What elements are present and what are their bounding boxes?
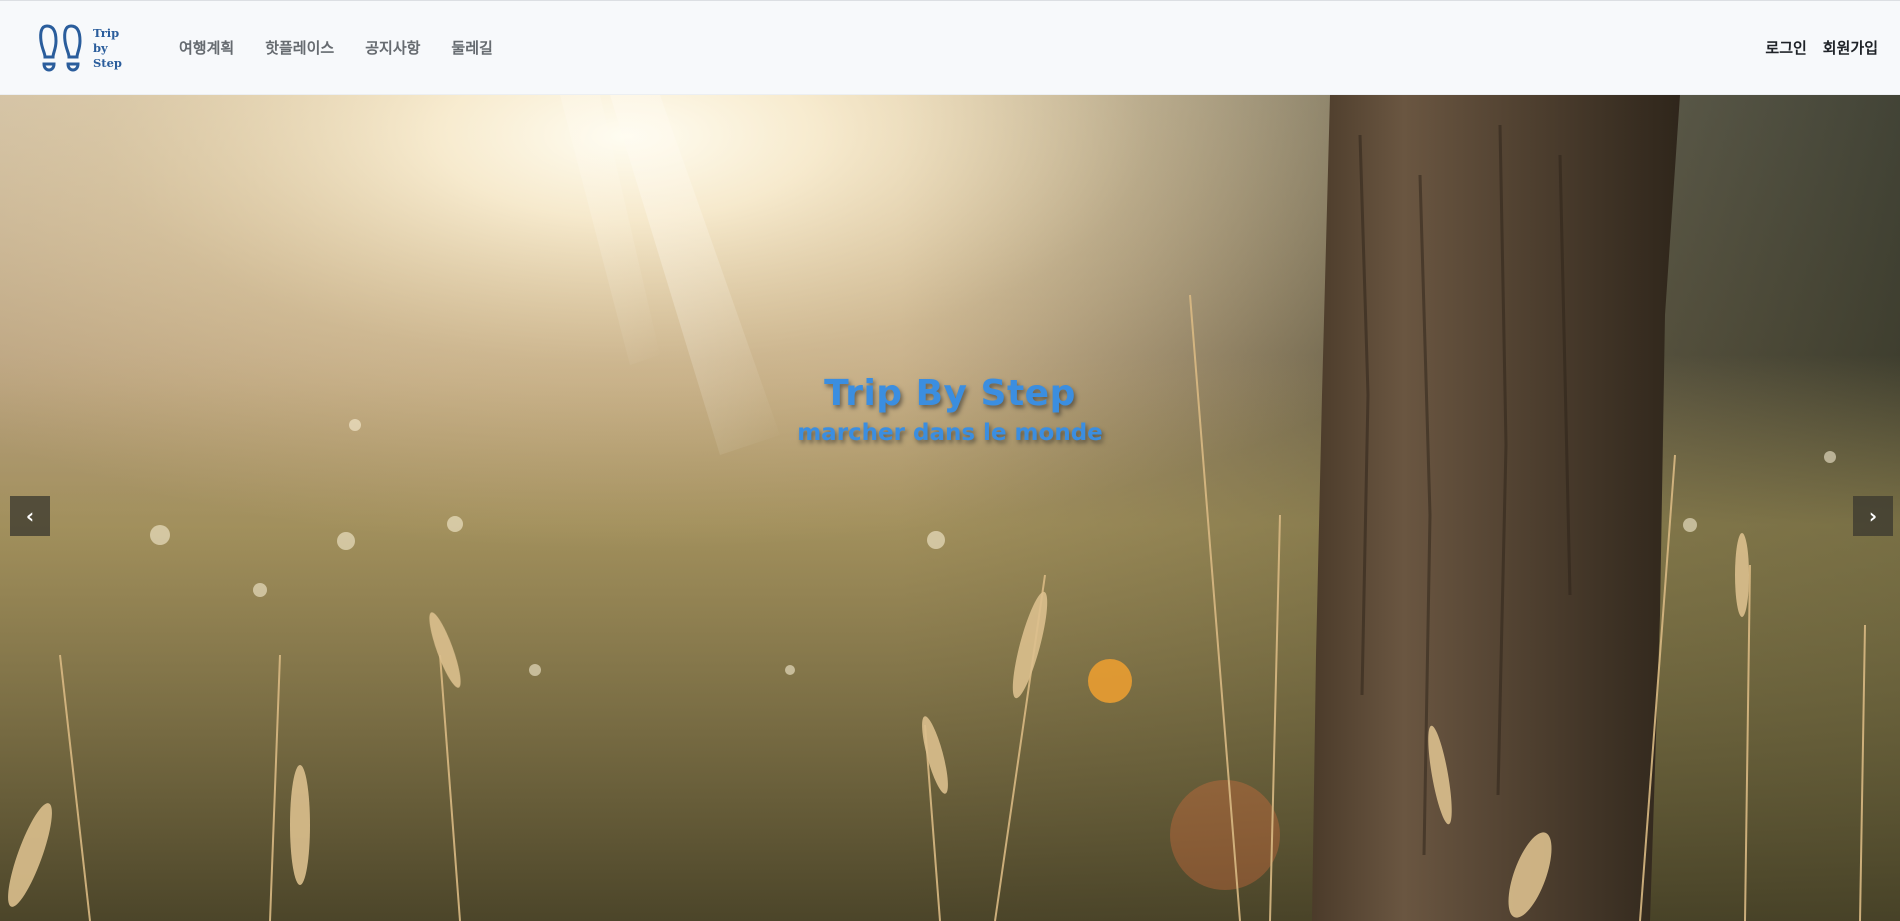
signup-link[interactable]: 회원가입 (1823, 37, 1878, 58)
auth-links: 로그인 회원가입 (1749, 37, 1878, 58)
logo-line-trip: Trip (93, 26, 120, 40)
logo-line-by: by (93, 41, 108, 55)
logo-line-step: Step (93, 56, 122, 70)
footprints-icon (39, 24, 82, 72)
hero-subtitle: marcher dans le monde (797, 420, 1103, 446)
carousel-prev-button[interactable]: ‹ (10, 496, 50, 536)
nav-item-notices[interactable]: 공지사항 (365, 37, 420, 58)
chevron-right-icon: › (1868, 504, 1878, 528)
login-link[interactable]: 로그인 (1765, 37, 1806, 58)
hero-carousel: Trip By Step marcher dans le monde ‹ › (0, 95, 1900, 921)
nav-item-hot-places[interactable]: 핫플레이스 (265, 37, 334, 58)
nav-item-travel-plan[interactable]: 여행계획 (179, 37, 234, 58)
hero-caption: Trip By Step marcher dans le monde (0, 373, 1900, 446)
carousel-next-button[interactable]: › (1853, 496, 1893, 536)
site-header: Trip by Step 여행계획 핫플레이스 공지사항 둘레길 로그인 회원가… (0, 0, 1900, 95)
hero-title: Trip By Step (824, 373, 1076, 414)
nav-item-trails[interactable]: 둘레길 (451, 37, 492, 58)
hero-background-image (0, 95, 1900, 921)
chevron-left-icon: ‹ (25, 504, 35, 528)
logo-text: Trip by Step (93, 26, 122, 71)
logo[interactable]: Trip by Step (38, 21, 124, 77)
main-nav: 여행계획 핫플레이스 공지사항 둘레길 (179, 37, 524, 58)
